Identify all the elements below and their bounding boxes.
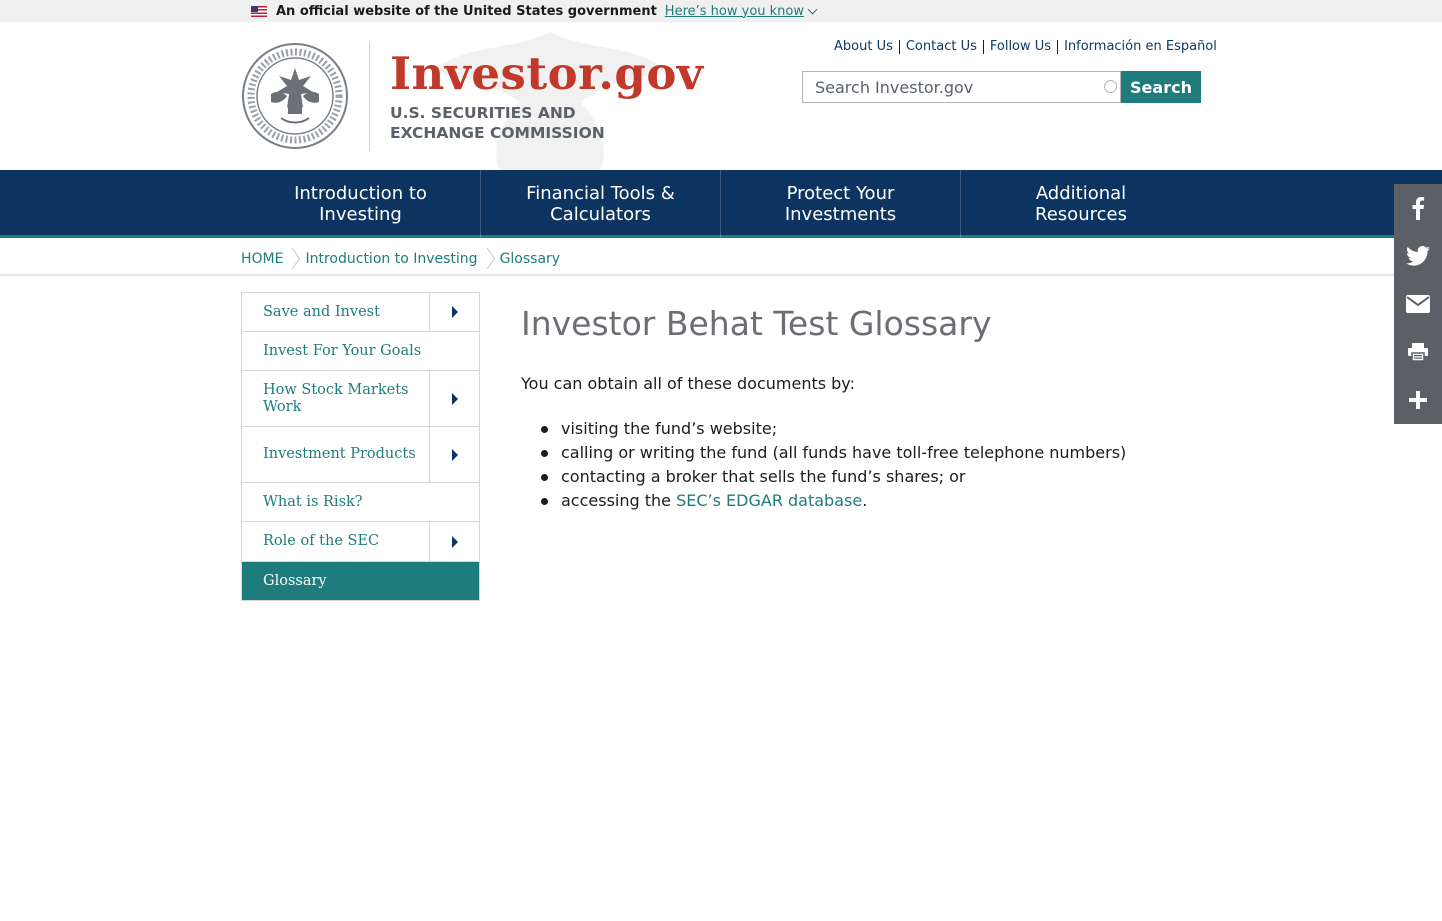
us-flag-icon (251, 5, 267, 17)
agency-line-1: U.S. SECURITIES AND (390, 104, 576, 122)
sidebar-item-save-and-invest[interactable]: Save and Invest (242, 293, 479, 332)
gov-banner: An official website of the United States… (0, 0, 1442, 22)
how-you-know-link[interactable]: Here’s how you know (665, 4, 804, 19)
nav-label-line-2: Resources (1035, 204, 1127, 225)
sidebar-item-how-stock-markets-work[interactable]: How Stock Markets Work (242, 371, 479, 427)
nav-introduction-to-investing[interactable]: Introduction to Investing (241, 170, 481, 238)
sidebar-item-label[interactable]: Glossary (242, 562, 479, 600)
nav-protect-your-investments[interactable]: Protect Your Investments (721, 170, 961, 238)
caret-right-icon (451, 306, 458, 318)
section-sidebar: Save and Invest Invest For Your Goals Ho… (241, 292, 480, 601)
utility-links: About Us Contact Us Follow Us Informació… (834, 39, 1217, 54)
espanol-link[interactable]: Información en Español (1064, 39, 1217, 54)
sidebar-item-label[interactable]: Investment Products (242, 427, 429, 482)
separator (898, 39, 900, 54)
expand-toggle[interactable] (429, 293, 479, 331)
twitter-share-button[interactable] (1394, 232, 1442, 280)
sidebar-item-invest-for-your-goals[interactable]: Invest For Your Goals (242, 332, 479, 371)
breadcrumb-separator-icon (289, 248, 299, 270)
nav-label-line-1: Protect Your (786, 183, 895, 204)
nav-label-line-1: Additional (1035, 183, 1127, 204)
facebook-share-button[interactable] (1394, 184, 1442, 232)
share-rail (1394, 184, 1442, 424)
sidebar-item-label[interactable]: Save and Invest (242, 293, 429, 331)
separator (982, 39, 984, 54)
sidebar-item-investment-products[interactable]: Investment Products (242, 427, 479, 483)
separator (1057, 39, 1059, 54)
list-item: accessing the SEC’s EDGAR database. (540, 489, 1126, 513)
agency-name: U.S. SECURITIES AND EXCHANGE COMMISSION (390, 103, 605, 143)
gov-banner-text: An official website of the United States… (276, 3, 657, 19)
search-spinner-icon (1104, 80, 1117, 93)
sidebar-item-label[interactable]: Invest For Your Goals (242, 332, 479, 370)
list-item-text: accessing the (561, 491, 671, 510)
contact-us-link[interactable]: Contact Us (906, 39, 977, 54)
header-divider (369, 42, 370, 151)
plus-icon (1409, 391, 1427, 409)
nav-additional-resources[interactable]: Additional Resources (961, 170, 1201, 238)
twitter-icon (1406, 246, 1430, 266)
nav-label-line-1: Financial Tools & (526, 183, 675, 204)
facebook-icon (1412, 197, 1425, 220)
agency-line-2: EXCHANGE COMMISSION (390, 124, 605, 142)
nav-label-line-1: Introduction to (294, 183, 427, 204)
email-icon (1406, 295, 1430, 313)
main-nav: Introduction to Investing Financial Tools… (0, 170, 1442, 238)
print-button[interactable] (1394, 328, 1442, 376)
search-input[interactable] (803, 72, 1083, 102)
site-logo-text[interactable]: Investor.gov (390, 46, 704, 102)
more-share-button[interactable] (1394, 376, 1442, 424)
breadcrumb-glossary[interactable]: Glossary (500, 251, 561, 267)
caret-right-icon (451, 392, 458, 405)
breadcrumb-separator-icon (484, 248, 494, 270)
print-icon (1408, 343, 1428, 361)
email-share-button[interactable] (1394, 280, 1442, 328)
nav-label-line-2: Investing (319, 204, 402, 225)
expand-toggle[interactable] (429, 371, 479, 426)
list-item: calling or writing the fund (all funds h… (540, 441, 1126, 465)
about-us-link[interactable]: About Us (834, 39, 893, 54)
list-item-text: . (862, 491, 868, 510)
edgar-database-link[interactable]: SEC’s EDGAR database (676, 491, 862, 510)
site-header: Investor.gov U.S. SECURITIES AND EXCHANG… (0, 22, 1442, 170)
search-button[interactable]: Search (1121, 71, 1201, 103)
breadcrumb: HOME Introduction to Investing Glossary (241, 241, 560, 276)
expand-toggle[interactable] (429, 522, 479, 561)
nav-label-line-2: Calculators (550, 204, 651, 225)
sec-seal-icon (242, 43, 348, 149)
nav-financial-tools[interactable]: Financial Tools & Calculators (481, 170, 721, 238)
page-title: Investor Behat Test Glossary (521, 304, 992, 343)
sidebar-item-role-of-the-sec[interactable]: Role of the SEC (242, 522, 479, 562)
caret-right-icon (451, 535, 458, 548)
breadcrumb-introduction[interactable]: Introduction to Investing (305, 251, 477, 267)
sidebar-item-label[interactable]: What is Risk? (242, 483, 479, 521)
chevron-down-icon (807, 4, 818, 14)
expand-toggle[interactable] (429, 427, 479, 482)
sidebar-item-label[interactable]: How Stock Markets Work (242, 371, 429, 426)
breadcrumb-bar: HOME Introduction to Investing Glossary (0, 241, 1442, 276)
search-box (802, 71, 1121, 103)
breadcrumb-home[interactable]: HOME (241, 251, 283, 267)
list-item: contacting a broker that sells the fund’… (540, 465, 1126, 489)
sidebar-item-what-is-risk[interactable]: What is Risk? (242, 483, 479, 522)
intro-text: You can obtain all of these documents by… (521, 374, 855, 393)
list-item: visiting the fund’s website; (540, 417, 1126, 441)
sidebar-item-label[interactable]: Role of the SEC (242, 522, 429, 561)
sidebar-item-glossary[interactable]: Glossary (242, 562, 479, 600)
follow-us-link[interactable]: Follow Us (990, 39, 1051, 54)
nav-label-line-2: Investments (784, 204, 897, 225)
caret-right-icon (451, 448, 458, 461)
bullet-list: visiting the fund’s website; calling or … (540, 417, 1126, 513)
